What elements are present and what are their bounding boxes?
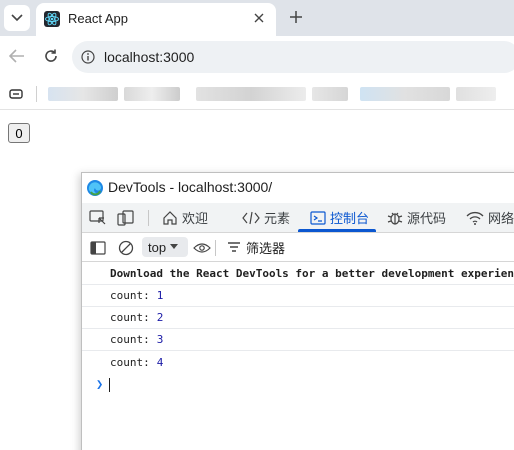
tab-welcome[interactable]: 欢迎 <box>162 203 208 232</box>
console-toolbar: top 筛选器 <box>82 234 514 262</box>
tab-label: 源代码 <box>407 211 447 226</box>
console-text: Download the React DevTools for a better… <box>110 267 514 280</box>
tab-title: React App <box>68 11 128 26</box>
count-button[interactable]: 0 <box>8 123 30 143</box>
bookmark-item[interactable] <box>124 87 180 101</box>
context-value: top <box>148 239 167 255</box>
browser-toolbar: localhost:3000 <box>0 36 514 78</box>
console-number: 4 <box>156 355 164 369</box>
plus-icon <box>290 11 302 23</box>
console-text: count: <box>110 355 150 369</box>
react-logo-icon <box>44 11 60 27</box>
eye-icon <box>193 243 211 253</box>
console-text: count: <box>110 311 150 324</box>
bookmarks-bar <box>0 78 514 110</box>
console-message: Download the React DevTools for a better… <box>82 263 514 285</box>
devtools-tabbar: 欢迎 元素 控制台 源代码 网络 <box>82 203 514 233</box>
text-cursor <box>109 378 110 392</box>
browser-tab-active[interactable]: React App <box>36 3 276 36</box>
block-icon <box>118 240 134 256</box>
edge-logo-icon <box>86 179 104 197</box>
close-icon <box>254 13 264 23</box>
filter-input[interactable]: 筛选器 <box>222 237 291 257</box>
active-tab-indicator <box>298 229 376 232</box>
console-message: count: 1 <box>82 285 514 307</box>
bug-icon <box>387 212 403 225</box>
url-text: localhost:3000 <box>104 49 195 65</box>
console-icon <box>310 210 326 225</box>
tabbar-divider <box>148 210 149 226</box>
tab-label: 网络 <box>488 211 514 226</box>
console-message: count: 3 <box>82 329 514 351</box>
browser-tabstrip: React App <box>0 0 514 36</box>
home-icon <box>163 210 177 225</box>
info-icon[interactable] <box>80 49 96 65</box>
inspect-element-button[interactable] <box>88 208 108 228</box>
tab-console[interactable]: 控制台 <box>310 203 369 232</box>
console-text: count: <box>110 333 150 346</box>
tab-label: 欢迎 <box>182 211 209 226</box>
sidebar-icon <box>90 241 106 255</box>
bookmarks-divider <box>36 86 37 102</box>
back-button[interactable] <box>6 45 28 67</box>
tab-sources[interactable]: 源代码 <box>387 203 446 232</box>
reload-button[interactable] <box>40 45 62 67</box>
arrow-left-icon <box>9 49 24 63</box>
prompt-chevron-icon: ❯ <box>96 377 104 391</box>
tab-close-button[interactable] <box>250 9 268 27</box>
inspect-icon <box>89 210 106 225</box>
wifi-icon <box>466 211 484 225</box>
console-number: 1 <box>156 289 164 302</box>
devtools-titlebar: DevTools - localhost:3000/ <box>82 173 514 203</box>
filter-label: 筛选器 <box>246 240 286 256</box>
tab-elements[interactable]: 元素 <box>242 203 290 232</box>
toggle-sidebar-button[interactable] <box>88 238 108 258</box>
tab-network[interactable]: 网络 <box>466 203 514 232</box>
caret-down-icon <box>170 244 179 249</box>
bookmark-item[interactable] <box>312 87 348 101</box>
console-message: count: 4 <box>82 351 514 373</box>
device-icon <box>117 210 134 226</box>
device-toolbar-button[interactable] <box>116 208 136 228</box>
console-number: 3 <box>156 333 164 346</box>
devtools-title: DevTools - localhost:3000/ <box>108 179 273 195</box>
bookmark-item[interactable] <box>48 87 118 101</box>
new-tab-button[interactable] <box>284 5 308 29</box>
filter-icon <box>228 242 240 252</box>
context-select[interactable]: top <box>142 237 188 257</box>
clear-console-button[interactable] <box>116 238 136 258</box>
live-expression-button[interactable] <box>192 238 212 258</box>
address-bar[interactable]: localhost:3000 <box>72 41 514 73</box>
bookmark-item[interactable] <box>196 87 306 101</box>
console-text: count: <box>110 289 150 302</box>
tab-label: 控制台 <box>330 211 370 226</box>
tab-label: 元素 <box>264 211 291 226</box>
devtools-window: DevTools - localhost:3000/ 欢迎 元素 控制台 源代码 <box>81 172 514 450</box>
console-number: 2 <box>156 311 164 324</box>
toolbar-divider <box>215 240 216 256</box>
code-icon <box>242 211 260 224</box>
console-output: Download the React DevTools for a better… <box>82 263 514 395</box>
bookmark-item[interactable] <box>360 87 450 101</box>
console-message: count: 2 <box>82 307 514 329</box>
tab-search-button[interactable] <box>4 5 30 31</box>
console-prompt[interactable]: ❯ <box>82 373 514 395</box>
reload-icon <box>45 49 57 62</box>
bookmark-item[interactable] <box>456 87 496 101</box>
tabs-icon[interactable] <box>8 87 24 101</box>
chevron-down-icon <box>11 14 23 22</box>
